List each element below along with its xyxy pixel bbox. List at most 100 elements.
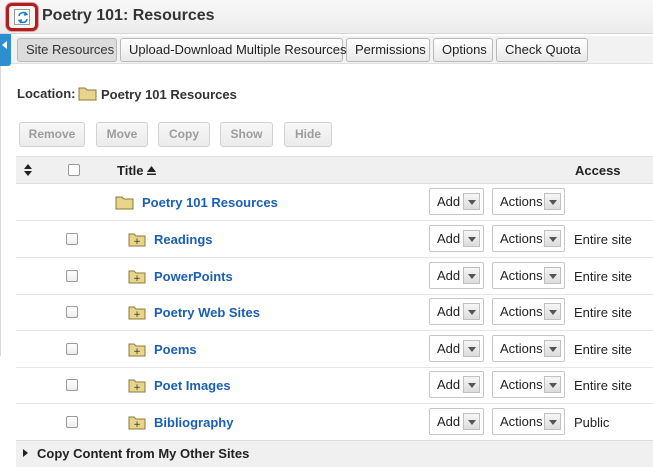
svg-text:+: + xyxy=(133,383,141,393)
move-button[interactable]: Move xyxy=(96,122,148,147)
actions-dropdown[interactable]: Actions xyxy=(492,371,565,398)
actions-dropdown[interactable]: Actions xyxy=(492,408,565,435)
select-all-checkbox[interactable] xyxy=(68,164,80,176)
location-label: Location: xyxy=(17,86,76,101)
copy-content-toggle[interactable]: Copy Content from My Other Sites xyxy=(16,440,653,467)
chevron-down-icon xyxy=(463,193,480,210)
reset-arrows-icon xyxy=(14,9,30,25)
svg-text:+: + xyxy=(133,347,141,357)
table-row-root: Poetry 101 Resources Add Actions xyxy=(16,184,653,221)
chevron-down-icon xyxy=(544,340,561,357)
add-dropdown[interactable]: Add xyxy=(429,371,484,398)
add-dropdown[interactable]: Add xyxy=(429,408,484,435)
actions-dropdown-label: Actions xyxy=(500,377,543,392)
show-button[interactable]: Show xyxy=(220,122,273,147)
table-header: Title Access xyxy=(16,156,653,184)
svg-text:+: + xyxy=(133,420,141,430)
expandable-folder-icon[interactable]: + xyxy=(128,341,146,357)
svg-text:+: + xyxy=(133,310,141,320)
svg-text:+: + xyxy=(133,274,141,284)
folder-link[interactable]: Readings xyxy=(154,232,213,247)
add-dropdown-label: Add xyxy=(437,377,461,392)
chevron-down-icon xyxy=(544,230,561,247)
tab-options[interactable]: Options xyxy=(433,38,493,62)
tab-permissions[interactable]: Permissions xyxy=(346,38,430,62)
add-dropdown[interactable]: Add xyxy=(429,262,484,289)
row-checkbox[interactable] xyxy=(66,343,78,355)
add-dropdown[interactable]: Add xyxy=(429,225,484,252)
actions-dropdown[interactable]: Actions xyxy=(492,262,565,289)
chevron-down-icon xyxy=(463,376,480,393)
chevron-down-icon xyxy=(544,267,561,284)
actions-dropdown[interactable]: Actions xyxy=(492,225,565,252)
expandable-folder-icon[interactable]: + xyxy=(128,268,146,284)
table-row: + PowerPoints Add Actions Entire site xyxy=(16,258,653,295)
actions-dropdown-label: Actions xyxy=(500,194,543,209)
actions-dropdown[interactable]: Actions xyxy=(492,188,565,215)
title-bar: Poetry 101: Resources xyxy=(0,0,653,34)
table-row: + Readings Add Actions Entire site xyxy=(16,221,653,258)
sort-ascending-icon[interactable] xyxy=(147,166,156,175)
copy-button[interactable]: Copy xyxy=(158,122,210,147)
actions-dropdown-label: Actions xyxy=(500,268,543,283)
chevron-down-icon xyxy=(463,340,480,357)
table-row: + Poems Add Actions Entire site xyxy=(16,331,653,368)
collapse-arrow-icon xyxy=(2,41,7,49)
reset-button[interactable] xyxy=(6,3,38,31)
add-dropdown[interactable]: Add xyxy=(429,335,484,362)
table-row: + Poetry Web Sites Add Actions Entire si… xyxy=(16,294,653,331)
add-dropdown[interactable]: Add xyxy=(429,188,484,215)
access-value: Entire site xyxy=(574,269,632,284)
access-column-header: Access xyxy=(575,163,621,178)
add-dropdown-label: Add xyxy=(437,341,461,356)
row-checkbox[interactable] xyxy=(66,270,78,282)
table-row: + Poet Images Add Actions Entire site xyxy=(16,367,653,404)
folder-link[interactable]: Poetry Web Sites xyxy=(154,305,260,320)
expandable-folder-icon[interactable]: + xyxy=(128,304,146,320)
tab-check-quota[interactable]: Check Quota xyxy=(496,38,588,62)
chevron-down-icon xyxy=(544,303,561,320)
row-checkbox[interactable] xyxy=(66,306,78,318)
tool-toolbar: Site Resources Upload-Download Multiple … xyxy=(11,36,653,64)
actions-dropdown[interactable]: Actions xyxy=(492,335,565,362)
page-title: Poetry 101: Resources xyxy=(42,7,215,24)
access-value: Entire site xyxy=(574,305,632,320)
hide-button[interactable]: Hide xyxy=(284,122,332,147)
access-value: Entire site xyxy=(574,342,632,357)
expandable-folder-icon[interactable]: + xyxy=(128,231,146,247)
chevron-down-icon xyxy=(463,413,480,430)
expandable-folder-icon[interactable]: + xyxy=(128,414,146,430)
tab-upload-download[interactable]: Upload-Download Multiple Resources xyxy=(120,38,347,62)
svg-text:+: + xyxy=(133,237,141,247)
root-folder-link[interactable]: Poetry 101 Resources xyxy=(142,195,278,210)
row-checkbox[interactable] xyxy=(66,233,78,245)
folder-link[interactable]: Poet Images xyxy=(154,378,231,393)
copy-content-label: Copy Content from My Other Sites xyxy=(37,446,250,461)
actions-dropdown-label: Actions xyxy=(500,304,543,319)
folder-icon xyxy=(78,87,97,101)
add-dropdown-label: Add xyxy=(437,194,461,209)
add-dropdown-label: Add xyxy=(437,304,461,319)
add-dropdown[interactable]: Add xyxy=(429,298,484,325)
expand-arrow-icon xyxy=(23,449,28,457)
access-value: Public xyxy=(574,415,610,430)
actions-dropdown-label: Actions xyxy=(500,231,543,246)
tab-site-resources[interactable]: Site Resources xyxy=(17,38,117,62)
table-row: + Bibliography Add Actions Public xyxy=(16,404,653,441)
folder-link[interactable]: Poems xyxy=(154,342,197,357)
actions-dropdown[interactable]: Actions xyxy=(492,298,565,325)
expandable-folder-icon[interactable]: + xyxy=(128,377,146,393)
title-column-header[interactable]: Title xyxy=(117,163,144,178)
actions-dropdown-label: Actions xyxy=(500,414,543,429)
folder-link[interactable]: Bibliography xyxy=(154,415,233,430)
access-value: Entire site xyxy=(574,378,632,393)
expand-collapse-icon[interactable] xyxy=(24,164,32,176)
remove-button[interactable]: Remove xyxy=(19,122,85,147)
folder-link[interactable]: PowerPoints xyxy=(154,269,233,284)
row-checkbox[interactable] xyxy=(66,416,78,428)
folder-icon xyxy=(115,196,134,210)
add-dropdown-label: Add xyxy=(437,268,461,283)
add-dropdown-label: Add xyxy=(437,414,461,429)
chevron-down-icon xyxy=(544,376,561,393)
row-checkbox[interactable] xyxy=(66,379,78,391)
